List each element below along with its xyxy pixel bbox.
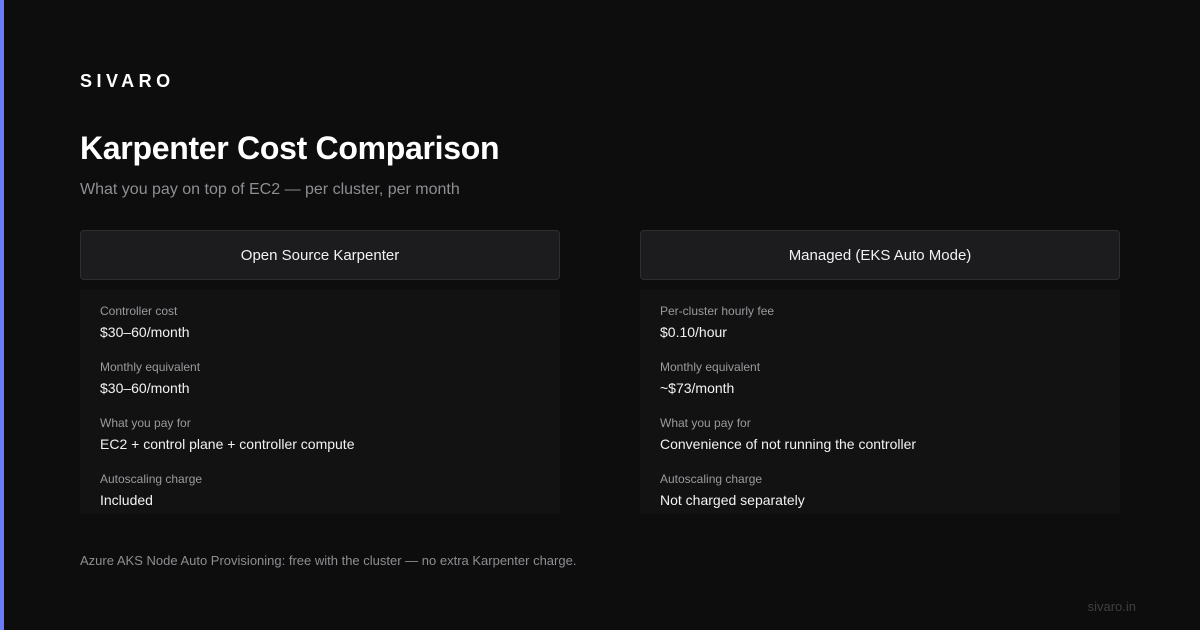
row-value: Convenience of not running the controlle…: [660, 436, 917, 452]
column-header-open-source: Open Source Karpenter: [80, 230, 560, 280]
row-autoscaling-charge: Autoscaling charge Not charged separatel…: [640, 458, 1120, 514]
rows-open-source: Controller cost $30–60/month Monthly equ…: [80, 290, 560, 514]
row-value: $30–60/month: [100, 324, 190, 340]
row-label: Autoscaling charge: [100, 472, 203, 486]
row-what-you-pay-for: What you pay for Convenience of not runn…: [640, 402, 1120, 458]
row-value: EC2 + control plane + controller compute: [100, 436, 355, 452]
column-managed: Managed (EKS Auto Mode) Per-cluster hour…: [640, 230, 1120, 514]
page-title: Karpenter Cost Comparison: [80, 130, 500, 166]
column-open-source: Open Source Karpenter Controller cost $3…: [80, 230, 560, 514]
row-label: What you pay for: [660, 416, 751, 430]
row-label: What you pay for: [100, 416, 191, 430]
row-what-you-pay-for: What you pay for EC2 + control plane + c…: [80, 402, 560, 458]
footnote: Azure AKS Node Auto Provisioning: free w…: [80, 553, 577, 568]
accent-bar: [0, 0, 4, 630]
site-url: sivaro.in: [1087, 599, 1136, 614]
row-label: Monthly equivalent: [660, 360, 761, 374]
page-subtitle: What you pay on top of EC2 — per cluster…: [80, 181, 460, 198]
row-label: Controller cost: [100, 304, 178, 318]
rows-managed: Per-cluster hourly fee $0.10/hour Monthl…: [640, 290, 1120, 514]
row-value: ~$73/month: [660, 380, 735, 396]
row-value: $0.10/hour: [660, 324, 727, 340]
row-label: Autoscaling charge: [660, 472, 763, 486]
row-value: $30–60/month: [100, 380, 190, 396]
row-monthly-equivalent: Monthly equivalent $30–60/month: [80, 346, 560, 402]
column-header-managed: Managed (EKS Auto Mode): [640, 230, 1120, 280]
row-value: Included: [100, 492, 153, 508]
row-controller-cost: Controller cost $30–60/month: [80, 290, 560, 346]
row-value: Not charged separately: [660, 492, 805, 508]
row-label: Per-cluster hourly fee: [660, 304, 775, 318]
brand-logo: SIVARO: [80, 71, 175, 91]
row-label: Monthly equivalent: [100, 360, 201, 374]
row-hourly-fee: Per-cluster hourly fee $0.10/hour: [640, 290, 1120, 346]
row-monthly-equivalent: Monthly equivalent ~$73/month: [640, 346, 1120, 402]
row-autoscaling-charge: Autoscaling charge Included: [80, 458, 560, 514]
